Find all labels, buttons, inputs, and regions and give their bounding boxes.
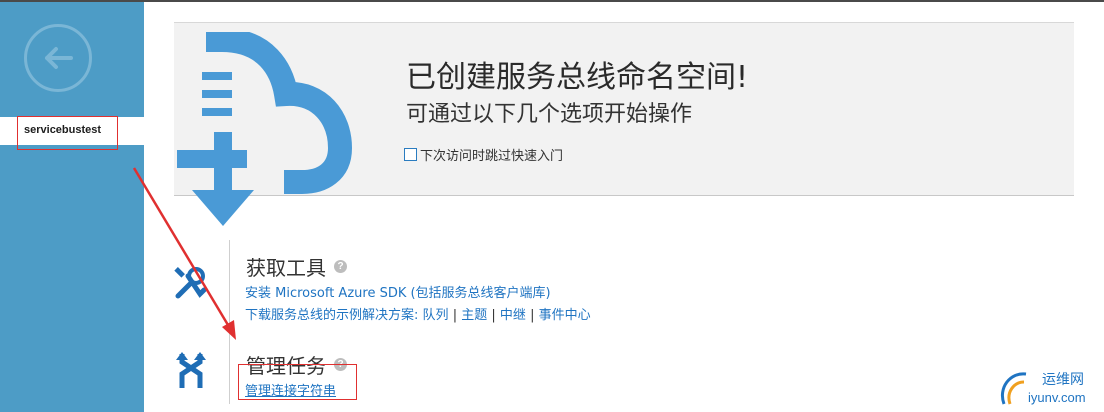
get-tools-heading: 获取工具 ? xyxy=(246,252,347,281)
tools-icon xyxy=(174,267,207,299)
watermark-url: iyunv.com xyxy=(1028,390,1086,405)
skip-quickstart-label: 下次访问时跳过快速入门 xyxy=(420,148,564,164)
sidebar xyxy=(0,2,144,412)
page-subtitle: 可通过以下几个选项开始操作 xyxy=(406,102,693,127)
top-border xyxy=(0,0,1104,2)
annotation-box-namespace xyxy=(17,116,118,150)
sample-event-hub-link[interactable]: 事件中心 xyxy=(539,308,591,323)
sample-topic-link[interactable]: 主题 xyxy=(461,308,487,323)
page-title: 已创建服务总线命名空间! xyxy=(406,60,749,95)
sample-relay-link[interactable]: 中继 xyxy=(500,308,526,323)
help-icon[interactable]: ? xyxy=(334,260,347,273)
back-arrow-icon xyxy=(45,47,73,69)
section-divider xyxy=(229,240,230,404)
annotation-box-connection-string xyxy=(238,364,357,400)
install-sdk-link[interactable]: 安装 Microsoft Azure SDK (包括服务总线客户端库) xyxy=(245,282,551,301)
skip-quickstart-checkbox[interactable] xyxy=(404,147,417,161)
back-button[interactable] xyxy=(24,24,92,92)
cloud-download-icon xyxy=(177,32,353,226)
sample-queue-link[interactable]: 队列 xyxy=(423,308,449,323)
get-tools-title: 获取工具 xyxy=(246,256,326,280)
separator: | xyxy=(530,308,535,323)
download-samples-label: 下载服务总线的示例解决方案: xyxy=(245,308,419,323)
arrows-exchange-icon xyxy=(176,352,206,388)
download-samples-row: 下载服务总线的示例解决方案: 队列 | 主题 | 中继 | 事件中心 xyxy=(245,304,591,323)
watermark-text: 运维网 xyxy=(1042,372,1084,388)
separator: | xyxy=(491,308,496,323)
separator: | xyxy=(452,308,458,323)
skip-quickstart-option[interactable]: 下次访问时跳过快速入门 xyxy=(404,145,564,164)
